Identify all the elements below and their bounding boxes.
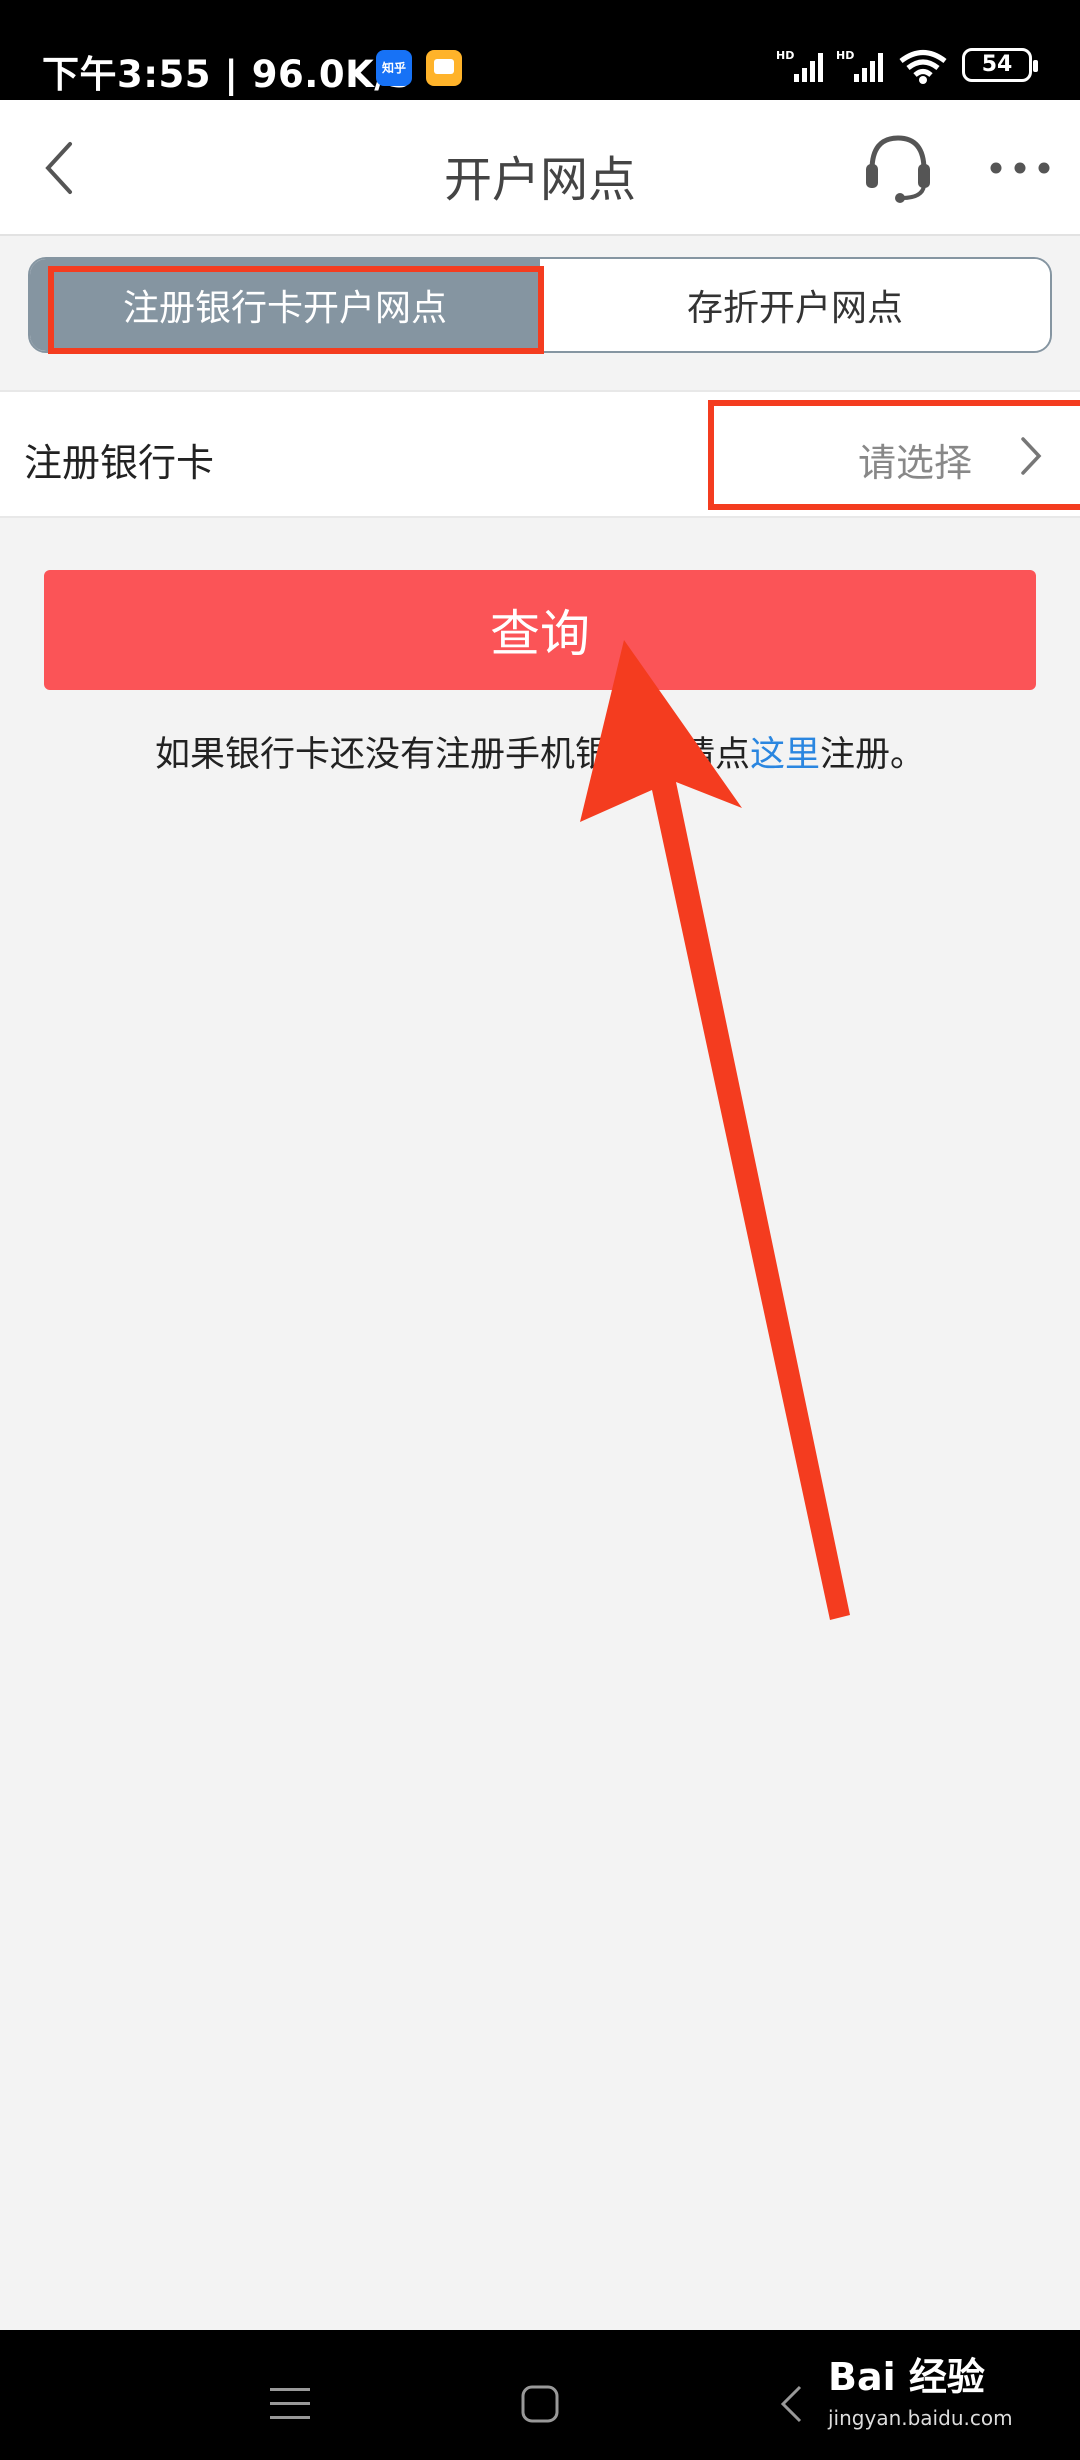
home-icon[interactable]	[520, 2384, 560, 2424]
status-time-speed: 下午3:55 | 96.0K/s	[42, 53, 411, 96]
query-button[interactable]: 查询	[44, 570, 1036, 690]
nav-back-icon[interactable]	[778, 2384, 804, 2424]
status-bar: 下午3:55 | 96.0K/s 知乎 HD HD 54	[0, 0, 1080, 100]
watermark-url: jingyan.baidu.com	[828, 2406, 1013, 2430]
message-app-icon	[426, 50, 462, 86]
more-icon[interactable]	[988, 158, 1052, 178]
menu-icon[interactable]	[270, 2386, 310, 2422]
signal-hd-1-icon: HD	[776, 49, 823, 82]
signal-hd-2-icon: HD	[836, 49, 883, 82]
battery-icon: 54	[962, 48, 1038, 82]
register-hint: 如果银行卡还没有注册手机银行，请点这里注册。	[0, 726, 1080, 777]
annotation-box-select	[708, 400, 1080, 510]
baidu-jingyan-logo: Bai 经验	[828, 2355, 985, 2399]
svg-text:HD: HD	[836, 49, 854, 62]
registered-card-label: 注册银行卡	[24, 441, 215, 485]
tab-passbook-branches[interactable]: 存折开户网点	[540, 259, 1050, 351]
annotation-arrow	[580, 640, 850, 1620]
title-bar: 开户网点	[0, 100, 1080, 236]
wifi-icon	[899, 50, 947, 84]
zhihu-app-icon: 知乎	[376, 50, 412, 86]
svg-text:HD: HD	[776, 49, 794, 62]
headset-icon[interactable]	[862, 130, 934, 206]
annotation-box-tab	[48, 266, 544, 354]
